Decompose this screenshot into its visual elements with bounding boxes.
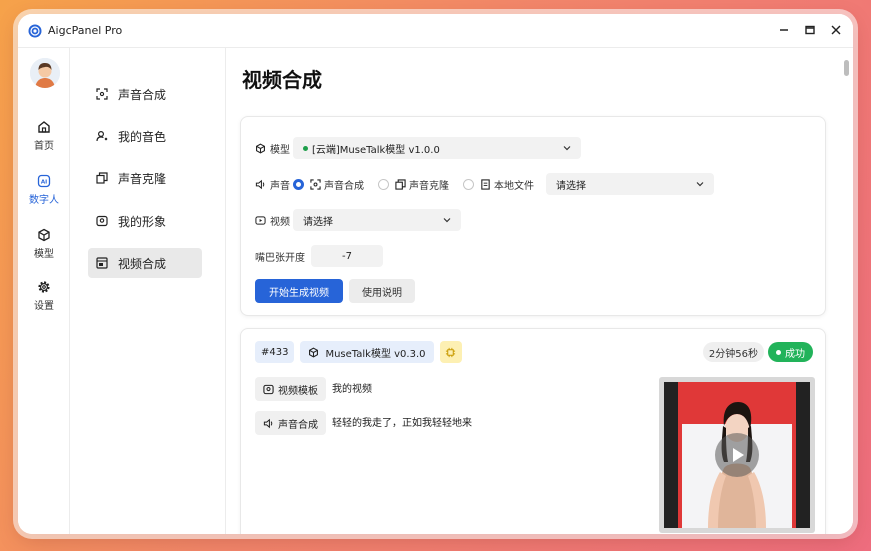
task-model-name: MuseTalk模型 v0.3.0 bbox=[325, 348, 426, 360]
cube-icon bbox=[38, 228, 50, 242]
voice-synthesis-text: 轻轻的我走了，正如我轻轻地来 bbox=[332, 417, 472, 429]
avatar-icon bbox=[30, 58, 60, 88]
sub-nav: 声音合成 我的音色 声音克隆 我的形象 视频合成 bbox=[70, 48, 226, 534]
compose-form-card: 模型 [云端]MuseTalk模型 v1.0.0 声音 声音合成 声音克隆 本地… bbox=[240, 116, 826, 316]
scrollbar-thumb[interactable] bbox=[844, 60, 849, 76]
nav-item-model[interactable]: 模型 bbox=[18, 222, 70, 266]
speaker-icon bbox=[263, 418, 273, 428]
home-icon bbox=[38, 121, 50, 133]
subnav-item-my-avatar[interactable]: 我的形象 bbox=[88, 206, 202, 236]
subnav-item-voice-clone[interactable]: 声音克隆 bbox=[88, 163, 202, 193]
video-compose-icon bbox=[96, 257, 108, 269]
voice-option-local-radio[interactable] bbox=[463, 178, 474, 190]
file-icon bbox=[481, 178, 490, 190]
minimize-button[interactable] bbox=[777, 23, 791, 37]
subnav-item-label: 我的形象 bbox=[118, 214, 167, 229]
task-duration: 2分钟56秒 bbox=[702, 342, 764, 362]
chip-badge bbox=[439, 341, 462, 363]
video-frame bbox=[664, 382, 810, 528]
model-select-value: [云端]MuseTalk模型 v1.0.0 bbox=[312, 144, 440, 156]
model-label: 模型 bbox=[270, 144, 290, 156]
status-text: 成功 bbox=[785, 348, 805, 360]
voice-option-label: 声音克隆 bbox=[409, 180, 449, 192]
voice-option-label: 本地文件 bbox=[494, 180, 534, 192]
nav-item-label: 数字人 bbox=[29, 195, 59, 206]
cube-icon bbox=[309, 347, 319, 357]
play-button[interactable] bbox=[715, 433, 759, 477]
video-template-value: 我的视频 bbox=[332, 383, 372, 395]
chip-icon bbox=[445, 347, 456, 357]
gear-icon bbox=[38, 281, 50, 293]
nav-item-label: 设置 bbox=[34, 301, 54, 312]
nav-item-settings[interactable]: 设置 bbox=[18, 274, 70, 318]
video-template-label: 视频模板 bbox=[278, 385, 318, 397]
voice-option-label: 声音合成 bbox=[324, 180, 364, 192]
task-model-badge: MuseTalk模型 v0.3.0 bbox=[300, 341, 434, 363]
model-select[interactable]: [云端]MuseTalk模型 v1.0.0 bbox=[293, 137, 581, 159]
status-badge: 成功 bbox=[768, 342, 813, 362]
copy-icon bbox=[96, 172, 108, 184]
scan-icon bbox=[96, 88, 108, 100]
main-nav: 首页 AI 数字人 模型 设置 bbox=[18, 48, 70, 534]
subnav-item-video-synthesis[interactable]: 视频合成 bbox=[88, 248, 202, 278]
main-content: 视频合成 模型 [云端]MuseTalk模型 v1.0.0 声音 声音合成 声音… bbox=[226, 48, 853, 534]
portrait-icon bbox=[96, 215, 108, 227]
app-title: AigcPanel Pro bbox=[48, 24, 123, 37]
chevron-down-icon bbox=[563, 146, 571, 151]
video-select-placeholder: 请选择 bbox=[303, 216, 333, 228]
video-select[interactable]: 请选择 bbox=[293, 209, 461, 231]
status-dot bbox=[776, 349, 781, 355]
avatar[interactable] bbox=[30, 58, 60, 88]
nav-item-digital-human[interactable]: AI 数字人 bbox=[18, 168, 70, 212]
nav-item-home[interactable]: 首页 bbox=[18, 114, 70, 158]
subnav-item-label: 视频合成 bbox=[118, 256, 167, 271]
scan-icon bbox=[310, 178, 321, 190]
app-logo-icon bbox=[28, 24, 42, 37]
subnav-item-voice-synthesis[interactable]: 声音合成 bbox=[88, 79, 202, 109]
video-icon bbox=[255, 215, 266, 225]
task-card: #433 MuseTalk模型 v0.3.0 2分钟56秒 成功 视频模板 我的… bbox=[240, 328, 826, 534]
video-template-tag: 视频模板 bbox=[255, 377, 326, 401]
ai-icon: AI bbox=[37, 174, 51, 188]
app-window: AigcPanel Pro 首页 AI 数字人 模型 设置 声音合成 我的音色 … bbox=[18, 14, 853, 534]
mouth-open-input[interactable] bbox=[311, 245, 383, 267]
subnav-item-my-voice[interactable]: 我的音色 bbox=[88, 121, 202, 151]
video-label: 视频 bbox=[270, 216, 290, 228]
cube-icon bbox=[256, 143, 265, 153]
copy-icon bbox=[395, 178, 406, 190]
page-title: 视频合成 bbox=[242, 68, 322, 92]
task-id-badge: #433 bbox=[255, 341, 295, 363]
minimize-icon bbox=[780, 29, 788, 31]
chevron-down-icon bbox=[443, 218, 451, 223]
play-icon bbox=[733, 448, 744, 462]
start-generate-button[interactable]: 开始生成视频 bbox=[255, 279, 343, 303]
subnav-item-label: 声音克隆 bbox=[118, 171, 167, 186]
help-button[interactable]: 使用说明 bbox=[349, 279, 415, 303]
user-voice-icon bbox=[96, 130, 108, 142]
voice-option-synthesis-radio[interactable] bbox=[293, 178, 304, 190]
voice-option-clone-radio[interactable] bbox=[378, 178, 389, 190]
chevron-down-icon bbox=[696, 182, 704, 187]
cloud-status-dot bbox=[303, 145, 308, 151]
portrait-icon bbox=[263, 384, 274, 394]
voice-label: 声音 bbox=[270, 180, 290, 192]
nav-item-label: 首页 bbox=[34, 141, 54, 152]
voice-select-placeholder: 请选择 bbox=[556, 180, 586, 192]
title-bar: AigcPanel Pro bbox=[18, 14, 853, 48]
svg-text:AI: AI bbox=[41, 180, 47, 186]
speaker-icon bbox=[255, 179, 265, 189]
voice-synthesis-tag: 声音合成 bbox=[255, 411, 326, 435]
nav-item-label: 模型 bbox=[34, 249, 54, 260]
maximize-icon bbox=[805, 25, 815, 35]
voice-file-select[interactable]: 请选择 bbox=[546, 173, 714, 195]
voice-synthesis-label: 声音合成 bbox=[278, 419, 318, 431]
maximize-button[interactable] bbox=[803, 23, 817, 37]
subnav-item-label: 声音合成 bbox=[118, 87, 167, 102]
close-button[interactable] bbox=[829, 23, 843, 37]
mouth-open-label: 嘴巴张开度 bbox=[255, 252, 305, 264]
video-preview[interactable] bbox=[659, 377, 815, 533]
subnav-item-label: 我的音色 bbox=[118, 129, 167, 144]
close-icon bbox=[831, 25, 841, 35]
